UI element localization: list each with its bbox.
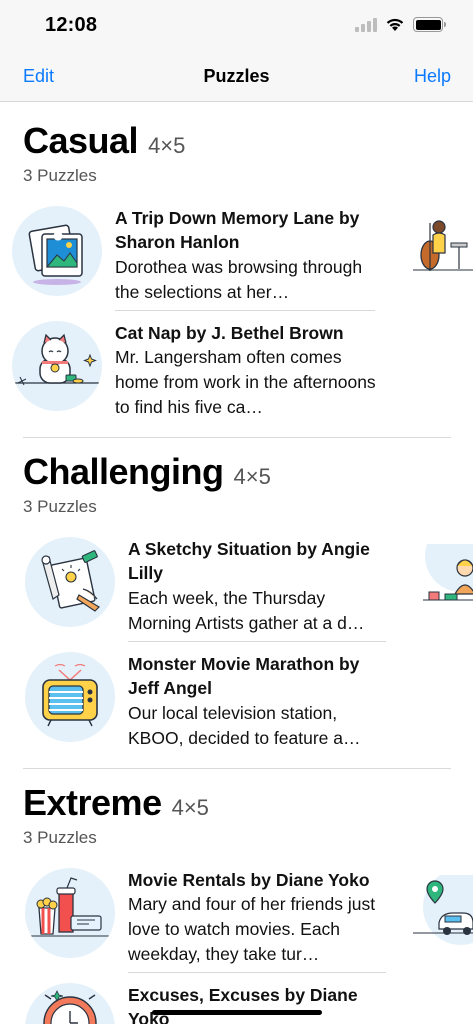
section-grid-size: 4×5 — [233, 464, 271, 489]
page-title: Puzzles — [203, 66, 270, 86]
section-grid-size: 4×5 — [148, 133, 186, 158]
section-title: Challenging — [23, 451, 224, 492]
puzzle-title: Monster Movie Marathon by Jeff Angel — [128, 654, 360, 698]
puzzle-title: Excuses, Excuses by Diane Yoko — [128, 985, 358, 1024]
puzzle-description: Mary and four of her friends just love t… — [128, 894, 376, 964]
map-pin-car-icon[interactable] — [413, 875, 473, 945]
lucky-cat-icon — [12, 321, 102, 411]
section-title: Extreme — [23, 782, 162, 823]
status-icons — [355, 17, 446, 32]
section-divider — [23, 768, 451, 769]
sketch-tools-icon — [25, 537, 115, 627]
section-title: Casual — [23, 120, 139, 161]
puzzle-description: Mr. Langersham often comes home from wor… — [115, 347, 376, 417]
puzzle-card[interactable]: A Sketchy Situation by Angie Lilly Each … — [25, 537, 395, 647]
section-header: Casual 4×5 — [23, 120, 185, 162]
navigation-bar: Edit Puzzles Help — [0, 52, 473, 102]
battery-icon — [413, 17, 446, 32]
row-divider — [128, 641, 386, 642]
section-puzzle-count: 3 Puzzles — [23, 828, 97, 847]
home-indicator[interactable] — [152, 1010, 322, 1015]
puzzle-description: Our local television station, KBOO, deci… — [128, 703, 361, 748]
status-time: 12:08 — [45, 14, 98, 36]
puzzle-card[interactable]: Excuses, Excuses by Diane Yoko — [25, 983, 395, 1024]
puzzle-card[interactable]: A Trip Down Memory Lane by Sharon Hanlon… — [12, 206, 382, 316]
alarm-clock-icon — [25, 983, 115, 1024]
section-extreme: Extreme 4×5 3 Puzzles Movie Rentals by D… — [0, 782, 473, 1024]
retro-tv-icon — [25, 652, 115, 742]
puzzle-title: Cat Nap by J. Bethel Brown — [115, 323, 344, 343]
puzzle-card[interactable]: Movie Rentals by Diane Yoko Mary and fou… — [25, 868, 395, 978]
puzzle-description: Each week, the Thursday Morning Artists … — [128, 588, 365, 633]
puzzle-title: Movie Rentals by Diane Yoko — [128, 870, 370, 890]
section-grid-size: 4×5 — [171, 795, 209, 820]
row-divider — [115, 310, 375, 311]
puzzle-title: A Trip Down Memory Lane by Sharon Hanlon — [115, 208, 360, 252]
row-divider — [128, 972, 386, 973]
section-challenging: Challenging 4×5 3 Puzzles A Sketchy Situ… — [0, 451, 473, 771]
photo-frame-icon — [12, 206, 102, 296]
section-divider — [23, 437, 451, 438]
section-header: Challenging 4×5 — [23, 451, 271, 493]
section-puzzle-count: 3 Puzzles — [23, 497, 97, 516]
puzzle-card[interactable]: Monster Movie Marathon by Jeff Angel Our… — [25, 652, 395, 762]
section-puzzle-count: 3 Puzzles — [23, 166, 97, 185]
section-header: Extreme 4×5 — [23, 782, 209, 824]
puzzle-title: A Sketchy Situation by Angie Lilly — [128, 539, 370, 583]
section-casual: Casual 4×5 3 Puzzles A Trip Down Memory … — [0, 120, 473, 440]
person-at-desk-icon[interactable] — [423, 544, 473, 614]
wifi-icon — [386, 18, 404, 31]
popcorn-tickets-icon — [25, 868, 115, 958]
cello-player-icon[interactable] — [413, 213, 473, 283]
cellular-signal-icon — [355, 17, 377, 32]
puzzle-card[interactable]: Cat Nap by J. Bethel Brown Mr. Langersha… — [12, 321, 382, 431]
edit-button[interactable]: Edit — [23, 66, 54, 87]
help-button[interactable]: Help — [414, 66, 451, 87]
puzzle-description: Dorothea was browsing through the select… — [115, 257, 363, 302]
status-bar: 12:08 — [0, 0, 473, 52]
